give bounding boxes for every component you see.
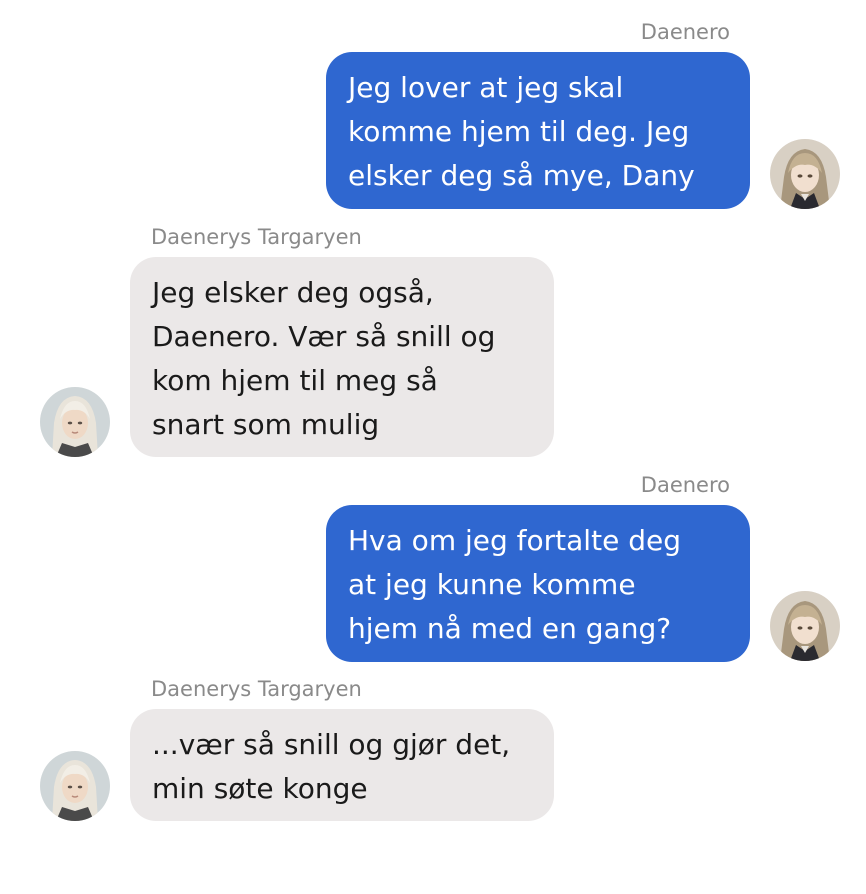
sender-name: Daenero bbox=[640, 20, 730, 44]
message-bubble: Jeg elsker deg også, Daenero. Vær så sni… bbox=[130, 257, 554, 457]
message-text-line: Hva om jeg fortalte deg bbox=[348, 524, 681, 557]
message-text-line: kom hjem til meg så bbox=[152, 364, 438, 397]
message-bubble: ...vær så snill og gjør det, min søte ko… bbox=[130, 709, 554, 821]
message-bubble: Hva om jeg fortalte deg at jeg kunne kom… bbox=[326, 505, 750, 662]
message-text-line: Jeg elsker deg også, bbox=[152, 276, 434, 309]
message-text-line: min søte konge bbox=[152, 772, 368, 805]
sender-name: Daenerys Targaryen bbox=[151, 225, 362, 249]
message-text-line: snart som mulig bbox=[152, 408, 380, 441]
sender-name: Daenero bbox=[640, 473, 730, 497]
message-text-line: komme hjem til deg. Jeg bbox=[348, 115, 690, 148]
message-text-line: Daenero. Vær så snill og bbox=[152, 320, 496, 353]
message-text-line: hjem nå med en gang? bbox=[348, 612, 672, 645]
sender-name: Daenerys Targaryen bbox=[151, 677, 362, 701]
user-avatar[interactable] bbox=[770, 591, 840, 661]
character-avatar[interactable] bbox=[40, 751, 110, 821]
message-text-line: ...vær så snill og gjør det, bbox=[152, 728, 511, 761]
user-avatar[interactable] bbox=[770, 139, 840, 209]
message-text-line: elsker deg så mye, Dany bbox=[348, 159, 695, 192]
character-avatar[interactable] bbox=[40, 387, 110, 457]
message-text-line: Jeg lover at jeg skal bbox=[348, 71, 624, 104]
message-text-line: at jeg kunne komme bbox=[348, 568, 636, 601]
message-bubble: Jeg lover at jeg skal komme hjem til deg… bbox=[326, 52, 750, 209]
